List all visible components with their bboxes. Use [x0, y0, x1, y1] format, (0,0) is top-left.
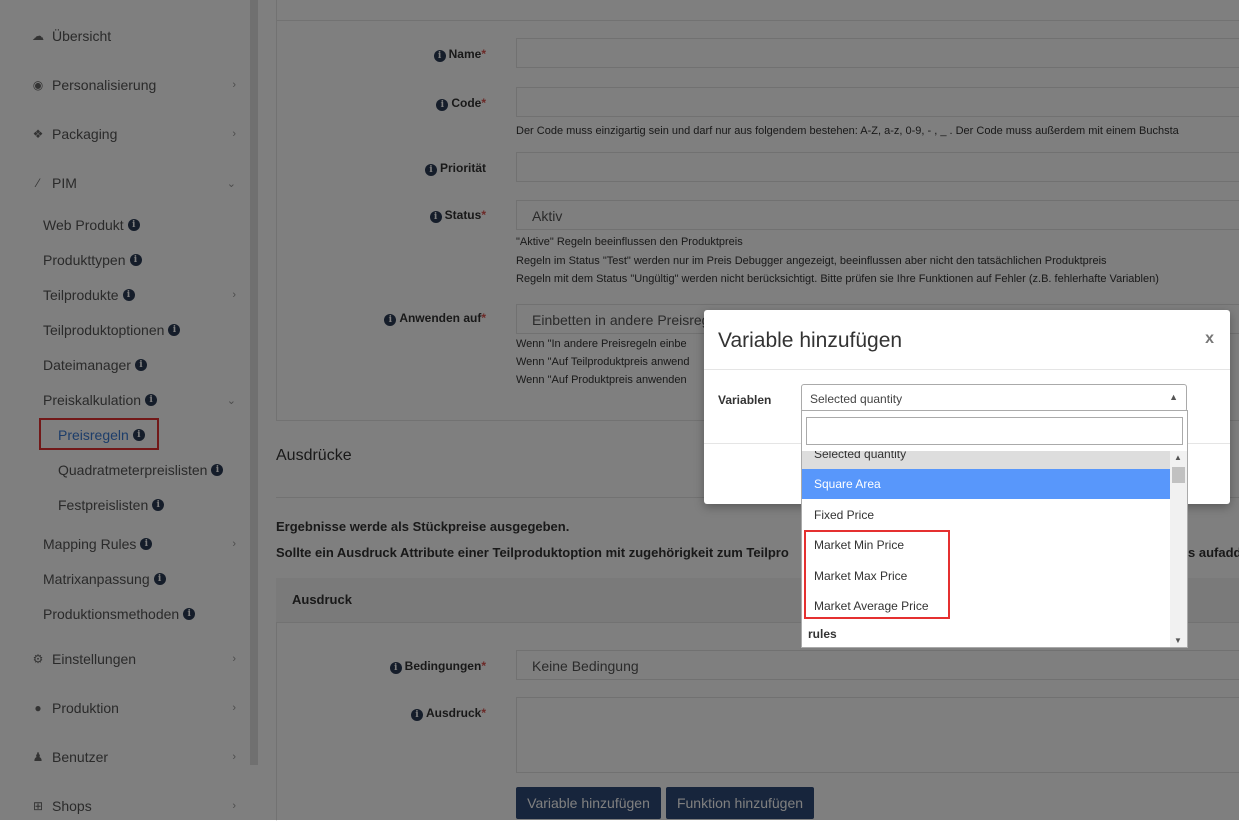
annotation-highlight-box	[804, 530, 950, 619]
scroll-up-icon[interactable]: ▲	[1174, 453, 1182, 462]
modal-title: Variable hinzufügen	[718, 329, 903, 352]
dropdown-option[interactable]: Square Area	[802, 469, 1171, 499]
dropdown-group-label: rules	[808, 627, 837, 641]
dropdown-option[interactable]: Fixed Price	[802, 500, 1171, 530]
caret-up-icon: ▲	[1169, 392, 1178, 402]
dropdown-search-input[interactable]	[806, 417, 1183, 445]
scrollbar-thumb[interactable]	[1172, 467, 1185, 483]
scroll-down-icon[interactable]: ▼	[1174, 636, 1182, 645]
close-icon[interactable]: x	[1205, 330, 1214, 348]
variablen-label: Variablen	[718, 393, 772, 407]
dropdown-scrollbar[interactable]: ▲ ▼	[1170, 451, 1187, 647]
dropdown-option[interactable]: Selected quantity	[802, 451, 1171, 469]
variablen-select[interactable]: Selected quantity ▲	[801, 384, 1187, 412]
divider	[704, 369, 1230, 370]
select-value: Selected quantity	[810, 392, 903, 406]
